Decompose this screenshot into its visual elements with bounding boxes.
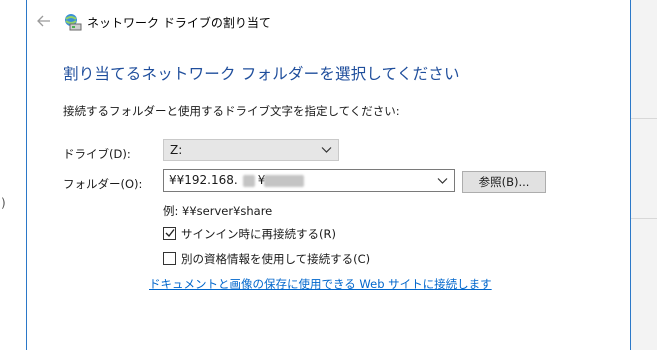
instruction-text: 接続するフォルダーと使用するドライブ文字を指定してください: bbox=[63, 104, 400, 118]
connect-website-link[interactable]: ドキュメントと画像の保存に使用できる Web サイトに接続します bbox=[149, 276, 492, 292]
divider bbox=[631, 218, 657, 219]
chevron-down-icon bbox=[321, 147, 332, 153]
folder-path-input[interactable]: ¥¥192.168. ¥ bbox=[163, 169, 455, 192]
checkmark-icon bbox=[165, 229, 175, 238]
window-title: ネットワーク ドライブの割り当て bbox=[87, 16, 271, 30]
browse-button[interactable]: 参照(B)... bbox=[462, 171, 546, 193]
drive-label: ドライブ(D): bbox=[63, 147, 131, 161]
chevron-down-icon[interactable] bbox=[437, 177, 448, 185]
example-text: 例: ¥¥server¥share bbox=[163, 204, 273, 218]
drive-letter-value: Z: bbox=[170, 143, 183, 157]
credentials-label: 別の資格情報を使用して接続する(C) bbox=[181, 252, 371, 266]
credentials-checkbox[interactable] bbox=[163, 252, 176, 265]
arrow-left-icon bbox=[37, 15, 50, 27]
network-drive-icon bbox=[63, 12, 83, 32]
reconnect-label: サインイン時に再接続する(R) bbox=[181, 227, 336, 241]
redacted-text bbox=[243, 175, 255, 187]
back-button[interactable] bbox=[35, 12, 53, 30]
divider bbox=[631, 118, 657, 119]
background-window-left: ) bbox=[0, 0, 26, 350]
map-network-drive-dialog: ネットワーク ドライブの割り当て 割り当てるネットワーク フォルダーを選択してく… bbox=[26, 0, 631, 350]
folder-label: フォルダー(O): bbox=[63, 177, 143, 191]
redacted-text bbox=[264, 175, 304, 187]
background-text-fragment: ) bbox=[1, 196, 6, 210]
background-window-right bbox=[631, 0, 657, 350]
reconnect-checkbox[interactable] bbox=[163, 227, 176, 240]
drive-letter-select[interactable]: Z: bbox=[163, 139, 339, 161]
page-heading: 割り当てるネットワーク フォルダーを選択してください bbox=[63, 65, 460, 83]
